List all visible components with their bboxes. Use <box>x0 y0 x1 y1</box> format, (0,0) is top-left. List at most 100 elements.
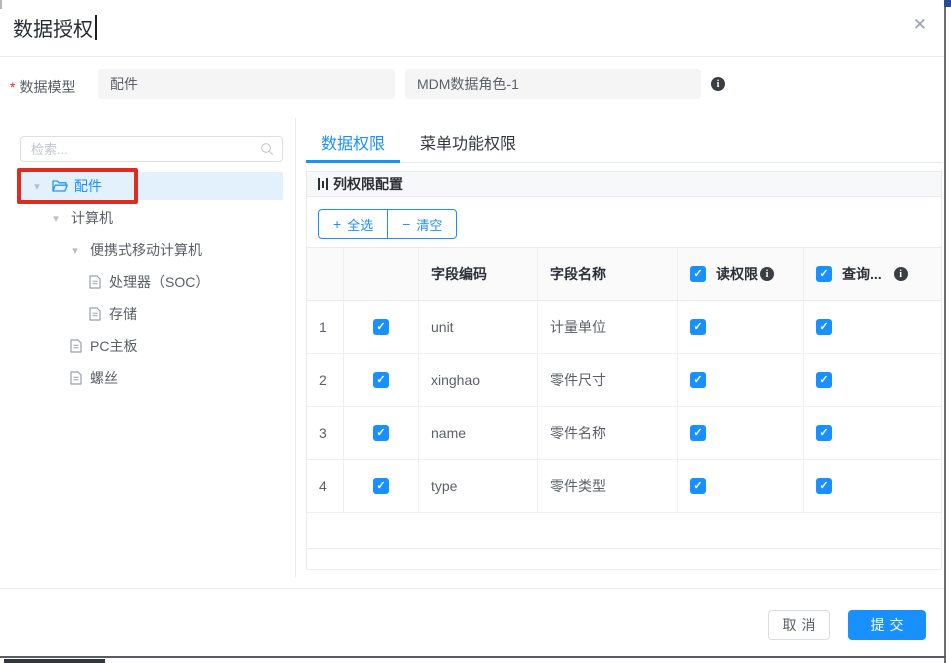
cell-code: type <box>419 460 538 512</box>
tab-menu-function-permission[interactable]: 菜单功能权限 <box>420 130 516 154</box>
search-input[interactable] <box>21 142 260 157</box>
cell-code: unit <box>419 301 538 353</box>
checkbox[interactable] <box>816 319 832 335</box>
checkbox[interactable] <box>690 319 706 335</box>
cell-select <box>344 407 419 459</box>
document-icon <box>68 371 84 385</box>
table-row: 1unit计量单位 <box>307 301 941 354</box>
tree-node-label: PC主板 <box>90 336 137 356</box>
data-model-label: *数据模型 <box>10 77 75 97</box>
data-model-input[interactable] <box>98 69 395 99</box>
field-name: 计量单位 <box>550 317 606 337</box>
tree-node[interactable]: PC主板 <box>20 332 283 360</box>
table-row: 4 type 零件类型 <box>307 460 941 513</box>
checkbox[interactable] <box>690 266 706 282</box>
tree-node[interactable]: ▾ 计算机 <box>20 204 283 232</box>
close-icon[interactable]: ✕ <box>913 16 927 33</box>
cell-index: 2 <box>307 354 344 406</box>
info-icon[interactable]: i <box>894 267 908 281</box>
active-tab-ink-bar <box>306 160 400 163</box>
header-name-label: 字段名称 <box>550 264 606 284</box>
info-icon[interactable]: i <box>760 267 774 281</box>
window-edge-right <box>944 4 946 663</box>
table-header-row: 字段编码字段名称读权限i查询...i <box>307 248 941 301</box>
document-icon <box>68 339 84 353</box>
tree-node-label: 螺丝 <box>90 368 118 388</box>
cell-read-permission <box>678 354 804 406</box>
checkbox[interactable] <box>816 372 832 388</box>
cell-read-permission <box>678 460 804 512</box>
cell-select <box>344 301 419 353</box>
required-mark: * <box>10 79 15 95</box>
checkbox[interactable] <box>816 425 832 441</box>
panel-empty-area <box>307 549 941 569</box>
header-cell-read: 读权限i <box>678 248 804 300</box>
checkbox[interactable] <box>373 425 389 441</box>
plus-icon: + <box>333 217 341 231</box>
cell-name: 计量单位 <box>538 301 678 353</box>
tree-search-box[interactable] <box>20 136 283 162</box>
table-toolbar: + 全选 − 清空 <box>307 197 941 239</box>
header-cell-code: 字段编码 <box>419 248 538 300</box>
sidebar-divider <box>295 118 296 577</box>
tree-node[interactable]: 存储 <box>20 300 283 328</box>
cell-query-permission <box>804 407 941 459</box>
row-index: 2 <box>319 372 327 388</box>
tree-node[interactable]: 螺丝 <box>20 364 283 392</box>
table-row: 3name零件名称 <box>307 407 941 460</box>
cancel-button[interactable]: 取消 <box>768 610 830 640</box>
info-icon[interactable]: i <box>711 77 725 91</box>
caret-down-icon[interactable]: ▾ <box>49 212 63 225</box>
caret-down-icon[interactable]: ▾ <box>68 244 82 257</box>
data-role-input[interactable] <box>405 69 701 99</box>
folder-icon <box>52 179 68 193</box>
submit-button[interactable]: 提交 <box>848 610 926 640</box>
model-tree: ▾配件▾计算机▾便携式移动计算机处理器（SOC）存储PC主板螺丝 <box>20 172 283 396</box>
clear-button[interactable]: − 清空 <box>387 209 457 239</box>
checkbox[interactable] <box>690 425 706 441</box>
tabs-underline <box>306 162 942 163</box>
tab-data-permission[interactable]: 数据权限 <box>306 130 400 154</box>
document-icon <box>87 275 103 289</box>
field-code: unit <box>431 319 454 335</box>
window-corner-artifact <box>944 0 951 7</box>
window-topleft-artifact <box>0 0 2 9</box>
footer-divider <box>0 588 944 589</box>
tree-node-label: 便携式移动计算机 <box>90 240 202 260</box>
header-cell-select <box>344 248 419 300</box>
checkbox[interactable] <box>373 319 389 335</box>
text-cursor <box>95 15 97 40</box>
clear-label: 清空 <box>416 215 442 234</box>
header-query-label: 查询... <box>842 264 882 284</box>
tree-node-label: 计算机 <box>71 208 113 228</box>
tree-node-label: 存储 <box>109 304 137 324</box>
minus-icon: − <box>402 217 410 231</box>
data-model-label-text: 数据模型 <box>19 79 75 95</box>
window-edge-bottom <box>0 656 946 658</box>
checkbox[interactable] <box>373 372 389 388</box>
caret-down-icon[interactable]: ▾ <box>30 180 44 193</box>
cell-index: 4 <box>307 460 344 512</box>
cell-select <box>344 460 419 512</box>
checkbox[interactable] <box>690 478 706 494</box>
tree-node[interactable]: 处理器（SOC） <box>20 268 283 296</box>
checkbox[interactable] <box>816 478 832 494</box>
field-name: 零件类型 <box>550 476 606 496</box>
cell-query-permission <box>804 301 941 353</box>
checkbox[interactable] <box>373 478 389 494</box>
tree-node[interactable]: ▾ 便携式移动计算机 <box>20 236 283 264</box>
checkbox[interactable] <box>690 372 706 388</box>
dialog-title: 数据授权 <box>13 13 97 42</box>
header-cell-name: 字段名称 <box>538 248 678 300</box>
cell-select <box>344 354 419 406</box>
cell-name: 零件尺寸 <box>538 354 678 406</box>
select-all-button[interactable]: + 全选 <box>318 209 388 239</box>
checkbox[interactable] <box>816 266 832 282</box>
columns-icon <box>318 178 328 190</box>
cell-code: xinghao <box>419 354 538 406</box>
title-divider <box>0 56 944 57</box>
field-name: 零件名称 <box>550 423 606 443</box>
tree-node[interactable]: ▾配件 <box>20 172 283 200</box>
header-read-label: 读权限 <box>716 264 758 284</box>
tree-node-label: 处理器（SOC） <box>109 272 209 292</box>
